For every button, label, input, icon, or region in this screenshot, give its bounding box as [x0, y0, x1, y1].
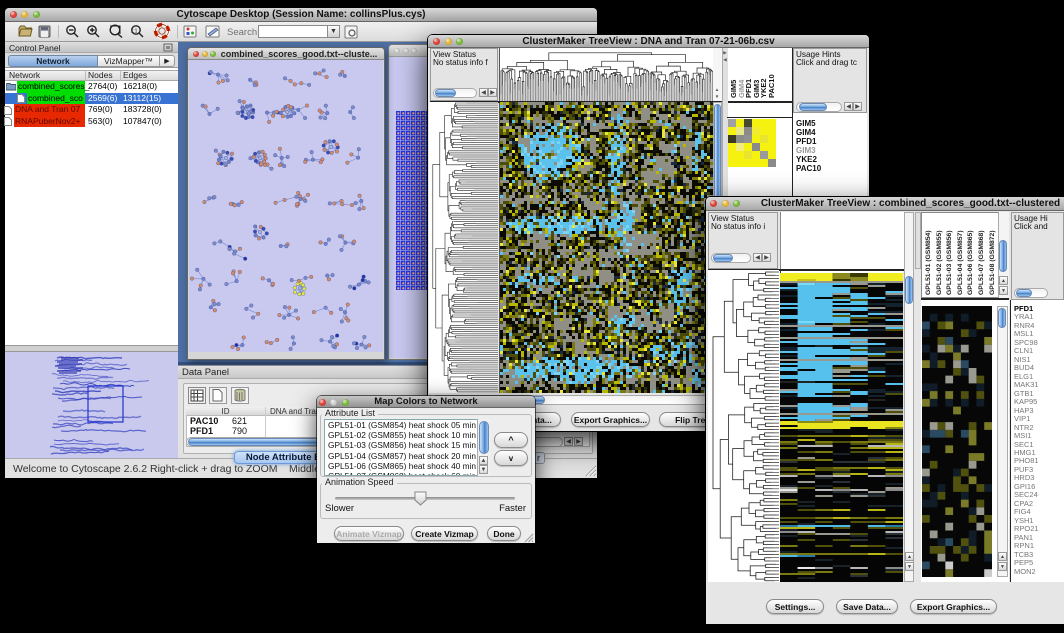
svg-text:1:1: 1:1 — [131, 29, 138, 35]
